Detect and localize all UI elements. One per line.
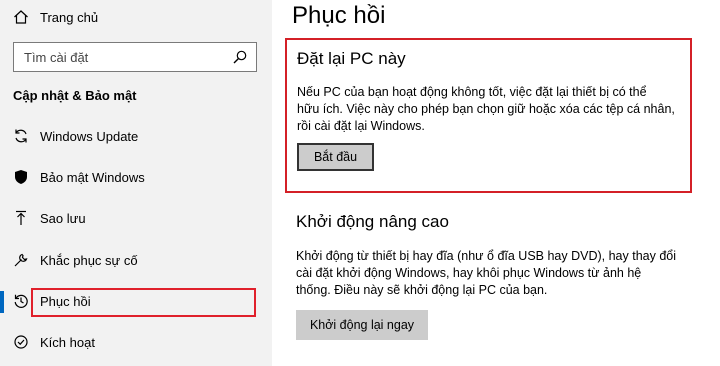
get-started-button[interactable]: Bắt đầu xyxy=(297,143,374,171)
search-box[interactable] xyxy=(13,42,257,72)
wrench-icon xyxy=(12,251,30,269)
sidebar-item-windows-security[interactable]: Bảo mật Windows xyxy=(0,162,272,192)
description-line: hữu ích. Việc này cho phép bạn chọn giữ … xyxy=(297,102,675,116)
advanced-startup-heading: Khởi động nâng cao xyxy=(296,212,449,231)
sidebar-item-label: Bảo mật Windows xyxy=(40,169,145,185)
backup-arrow-icon xyxy=(12,209,30,227)
recovery-highlight-box xyxy=(31,288,256,317)
sidebar-item-label: Sao lưu xyxy=(40,210,86,226)
sidebar-item-label: Windows Update xyxy=(40,128,139,144)
home-icon xyxy=(12,8,30,26)
description-line: Nếu PC của bạn hoạt động không tốt, việc… xyxy=(297,85,647,99)
sidebar-item-label: Kích hoạt xyxy=(40,334,95,350)
search-icon[interactable] xyxy=(233,50,247,64)
sidebar-item-activation[interactable]: Kích hoạt xyxy=(0,327,272,357)
activation-icon xyxy=(12,333,30,351)
sidebar-item-label: Trang chủ xyxy=(40,9,99,25)
search-input[interactable] xyxy=(14,43,224,71)
restart-now-button[interactable]: Khởi động lại ngay xyxy=(296,310,428,340)
sidebar-item-label: Khắc phục sự cố xyxy=(40,252,138,268)
description-line: thống. Điều này sẽ khởi động lại PC của … xyxy=(296,283,548,297)
sidebar-section-title: Cập nhật & Bảo mật xyxy=(13,88,137,103)
shield-icon xyxy=(12,168,30,186)
advanced-startup-description: Khởi động từ thiết bị hay đĩa (như ổ đĩa… xyxy=(296,248,686,299)
reset-pc-heading: Đặt lại PC này xyxy=(297,49,406,68)
page-title: Phục hồi xyxy=(292,2,386,29)
sidebar-item-home[interactable]: Trang chủ xyxy=(0,2,272,32)
description-line: rồi cài đặt lại Windows. xyxy=(297,119,425,133)
sidebar-item-troubleshoot[interactable]: Khắc phục sự cố xyxy=(0,245,272,275)
sync-icon xyxy=(12,127,30,145)
recovery-icon xyxy=(12,292,30,310)
sidebar: Trang chủ Cập nhật & Bảo mật Windows Upd… xyxy=(0,0,272,366)
description-line: Khởi động từ thiết bị hay đĩa (như ổ đĩa… xyxy=(296,249,676,263)
description-line: cài đặt khởi động Windows, hay khôi phục… xyxy=(296,266,642,280)
sidebar-item-backup[interactable]: Sao lưu xyxy=(0,203,272,233)
reset-pc-description: Nếu PC của bạn hoạt động không tốt, việc… xyxy=(297,84,687,135)
sidebar-item-windows-update[interactable]: Windows Update xyxy=(0,121,272,151)
